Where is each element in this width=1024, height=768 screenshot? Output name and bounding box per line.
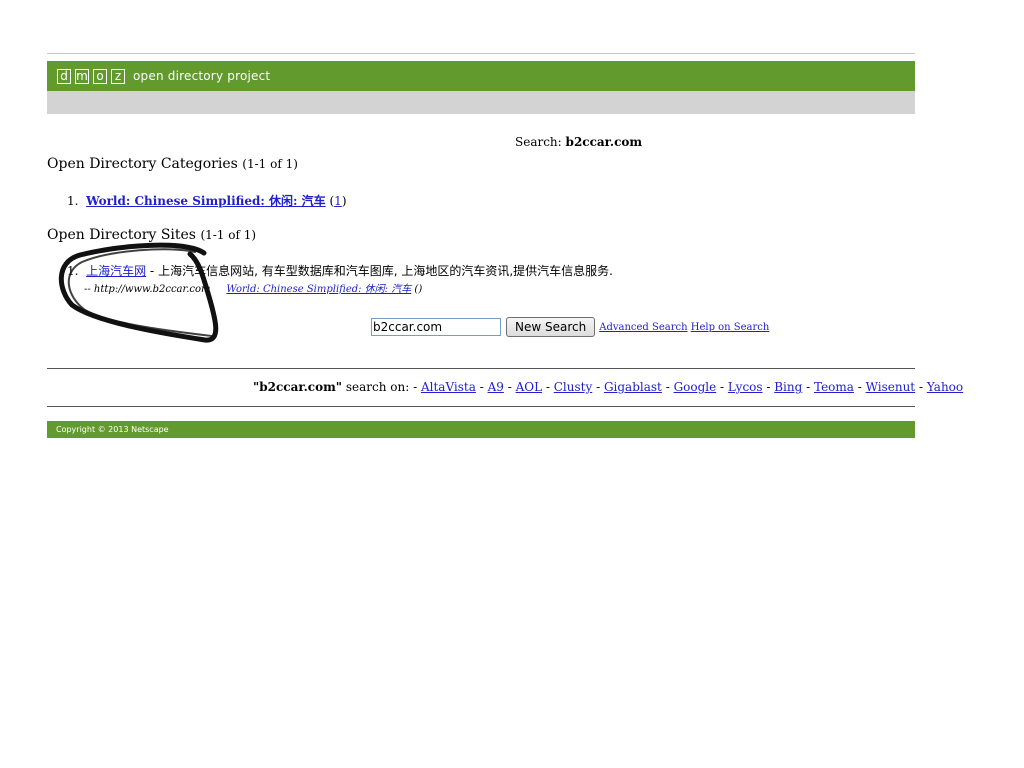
- site-result-title-link[interactable]: 上海汽车网: [86, 264, 146, 278]
- engines-query: "b2ccar.com": [253, 380, 343, 394]
- new-search-form: New Search Advanced Search Help on Searc…: [371, 317, 769, 337]
- category-path: World: Chinese Simplified:: [86, 194, 265, 208]
- categories-count: (1-1 of 1): [242, 157, 298, 171]
- search-echo-query: b2ccar.com: [565, 135, 643, 149]
- top-divider: [47, 53, 915, 54]
- search-query-echo: Search: b2ccar.com: [515, 135, 642, 149]
- engine-link-yahoo[interactable]: Yahoo: [927, 380, 963, 394]
- site-result-description: - 上海汽车信息网站, 有车型数据库和汽车图库, 上海地区的汽车资讯,提供汽车信…: [146, 264, 613, 278]
- logo-letter-d: d: [57, 68, 71, 84]
- logo-letter-z: z: [111, 68, 125, 84]
- engine-link-google[interactable]: Google: [674, 380, 717, 394]
- engine-link-a9[interactable]: A9: [488, 380, 504, 394]
- advanced-search-link[interactable]: Advanced Search: [599, 322, 687, 333]
- engine-link-clusty[interactable]: Clusty: [554, 380, 593, 394]
- logo-tagline: open directory project: [133, 69, 271, 83]
- engine-list: AltaVista - A9 - AOL - Clusty - Gigablas…: [420, 380, 964, 394]
- logo-letter-m: m: [75, 68, 89, 84]
- logo-letter-o: o: [93, 68, 107, 84]
- category-result-link[interactable]: World: Chinese Simplified: 休闲: 汽车: [86, 194, 326, 208]
- search-echo-label: Search:: [515, 135, 562, 149]
- copyright-text: Copyright © 2013 Netscape: [56, 425, 169, 434]
- other-engines-bar: "b2ccar.com" search on: - AltaVista - A9…: [253, 380, 963, 394]
- new-search-button[interactable]: New Search: [506, 317, 596, 337]
- search-help-links: Advanced Search Help on Search: [599, 322, 769, 333]
- engine-link-altavista[interactable]: AltaVista: [421, 380, 476, 394]
- category-result-number: 1.: [67, 194, 79, 208]
- engine-link-lycos[interactable]: Lycos: [728, 380, 763, 394]
- engine-link-teoma[interactable]: Teoma: [814, 380, 854, 394]
- site-result-category-tail: (): [414, 284, 423, 295]
- site-result-meta: -- http://www.b2ccar.com World: Chinese …: [84, 280, 422, 295]
- search-input[interactable]: [371, 318, 501, 336]
- categories-heading-text: Open Directory Categories: [47, 156, 238, 172]
- categories-heading: Open Directory Categories (1-1 of 1): [47, 156, 298, 172]
- site-result-category-link[interactable]: World: Chinese Simplified: 休闲: 汽车: [226, 284, 411, 295]
- header-sub-bar: [47, 91, 915, 114]
- engine-link-aol[interactable]: AOL: [516, 380, 542, 394]
- footer-bar: Copyright © 2013 Netscape: [47, 421, 915, 438]
- engine-link-bing[interactable]: Bing: [774, 380, 802, 394]
- site-result-number: 1.: [67, 264, 79, 278]
- engines-prefix: search on: -: [342, 380, 421, 394]
- category-result: 1. World: Chinese Simplified: 休闲: 汽车 (1): [67, 192, 347, 209]
- category-leaf: 休闲: 汽车: [269, 194, 326, 208]
- engine-link-gigablast[interactable]: Gigablast: [604, 380, 662, 394]
- engine-link-wisenut[interactable]: Wisenut: [866, 380, 916, 394]
- sites-heading-text: Open Directory Sites: [47, 227, 196, 243]
- divider-above-engines: [47, 368, 915, 369]
- site-result-url: -- http://www.b2ccar.com: [84, 284, 211, 295]
- help-on-search-link[interactable]: Help on Search: [691, 322, 770, 333]
- dmoz-logo[interactable]: d m o z open directory project: [57, 68, 271, 84]
- divider-below-engines: [47, 406, 915, 407]
- site-result: 1. 上海汽车网 - 上海汽车信息网站, 有车型数据库和汽车图库, 上海地区的汽…: [67, 262, 767, 279]
- sites-count: (1-1 of 1): [200, 228, 257, 242]
- sites-heading: Open Directory Sites (1-1 of 1): [47, 227, 256, 243]
- category-count-link[interactable]: 1: [334, 194, 342, 208]
- header-bar: d m o z open directory project: [47, 61, 915, 91]
- category-count-close: ): [341, 194, 347, 208]
